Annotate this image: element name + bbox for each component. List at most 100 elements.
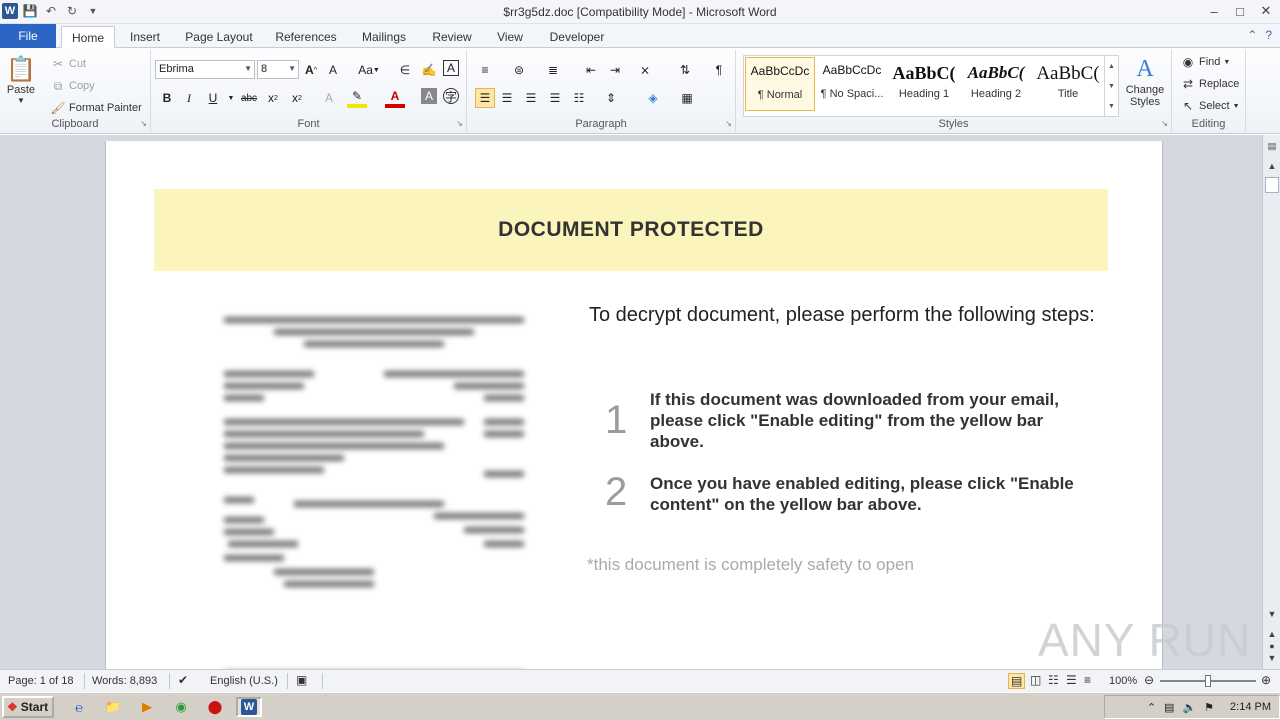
macro-record-icon[interactable]: ▣ [296, 673, 307, 687]
grow-font-icon[interactable]: A ^ [301, 60, 321, 80]
align-right-icon[interactable]: ☰ [521, 88, 541, 108]
tab-home[interactable]: Home [61, 26, 115, 48]
print-layout-icon[interactable]: ▤ [1008, 673, 1026, 689]
character-shading-icon[interactable]: A [421, 88, 437, 104]
scroll-thumb[interactable] [1265, 177, 1279, 193]
tab-mailings[interactable]: Mailings [354, 26, 414, 48]
align-left-icon[interactable]: ☰ [475, 88, 495, 108]
multilevel-list-icon[interactable]: ≣ [543, 60, 563, 80]
proofing-icon[interactable]: ✔ [178, 673, 188, 687]
increase-indent-icon[interactable]: ⇥ [605, 60, 625, 80]
vertical-scrollbar[interactable]: ▤ ▲ ▼ ▲ ● ▼ [1262, 135, 1280, 669]
minimize-icon[interactable]: – [1204, 2, 1224, 20]
word-count[interactable]: Words: 8,893 [92, 675, 157, 687]
subscript-icon[interactable]: x2 [263, 88, 283, 108]
tab-review[interactable]: Review [424, 26, 480, 48]
outline-icon[interactable]: ☰ [1066, 673, 1077, 687]
italic-icon[interactable]: I [179, 88, 199, 108]
zoom-in-icon[interactable]: ⊕ [1261, 673, 1271, 687]
align-center-icon[interactable]: ☰ [497, 88, 517, 108]
decrease-indent-icon[interactable]: ⇤ [581, 60, 601, 80]
paste-button[interactable]: 📋 Paste ▼ [6, 54, 36, 106]
next-page-icon[interactable]: ▼ [1265, 651, 1279, 665]
superscript-icon[interactable]: x2 [287, 88, 307, 108]
bold-icon[interactable]: B [157, 88, 177, 108]
zoom-out-icon[interactable]: ⊖ [1144, 673, 1154, 687]
tab-view[interactable]: View [490, 26, 530, 48]
scroll-down-icon[interactable]: ▼ [1265, 607, 1279, 621]
zoom-slider-thumb[interactable] [1205, 675, 1211, 687]
bullets-icon[interactable]: ≡ [475, 60, 495, 80]
tab-insert[interactable]: Insert [120, 26, 170, 48]
clear-formatting-icon[interactable]: ∈ [395, 60, 415, 80]
minimize-ribbon-icon[interactable]: ⌃ [1247, 28, 1257, 42]
font-color-icon[interactable]: A [385, 88, 405, 108]
language[interactable]: English (U.S.) [210, 675, 278, 687]
opera-icon[interactable]: ⬤ [204, 697, 226, 717]
clipboard-launcher-icon[interactable]: ↘ [140, 119, 147, 128]
network-icon[interactable]: ▤ [1164, 701, 1174, 714]
web-layout-icon[interactable]: ☷ [1048, 673, 1059, 687]
select-button[interactable]: ↖ Select ▼ [1180, 98, 1240, 114]
distributed-icon[interactable]: ☷ [569, 88, 589, 108]
page-count[interactable]: Page: 1 of 18 [8, 675, 73, 687]
action-center-icon[interactable]: ⚑ [1204, 701, 1214, 714]
styles-scroll[interactable]: ▲ ▼ ▼ [1104, 56, 1118, 116]
style-heading-1[interactable]: AaBbC( Heading 1 [889, 57, 959, 111]
tab-developer[interactable]: Developer [542, 26, 612, 48]
justify-icon[interactable]: ☰ [545, 88, 565, 108]
line-spacing-icon[interactable]: ⇕ [601, 88, 621, 108]
text-effects-icon[interactable]: A [319, 88, 339, 108]
phonetic-guide-icon[interactable]: ✍ [419, 60, 439, 80]
font-size-box[interactable]: 8 ▼ [257, 60, 299, 79]
word-taskbar-icon[interactable]: W [236, 697, 262, 717]
asian-layout-icon[interactable]: ⨯ [635, 60, 655, 80]
format-painter-button[interactable]: 🖌 Format Painter [50, 100, 141, 116]
change-case-icon[interactable]: Aa ▼ [355, 60, 383, 80]
style-no-spacing[interactable]: AaBbCcDc ¶ No Spaci... [817, 57, 887, 111]
font-launcher-icon[interactable]: ↘ [456, 119, 463, 128]
scroll-up-icon[interactable]: ▲ [1265, 159, 1279, 173]
shading-icon[interactable]: ◈ [643, 88, 663, 108]
borders-icon[interactable]: ▦ [677, 88, 697, 108]
chrome-icon[interactable]: ◉ [170, 697, 192, 717]
highlight-icon[interactable]: ✎ [347, 88, 367, 108]
full-screen-reading-icon[interactable]: ◫ [1030, 673, 1041, 687]
start-button[interactable]: ❖ Start [2, 696, 54, 718]
font-name-box[interactable]: Ebrima ▼ [155, 60, 255, 79]
internet-explorer-icon[interactable]: ℮ [68, 697, 90, 717]
media-player-icon[interactable]: ▶ [136, 697, 158, 717]
style-heading-2[interactable]: AaBbC( Heading 2 [961, 57, 1031, 111]
style-title[interactable]: AaBbC( Title [1033, 57, 1103, 111]
document-page[interactable]: DOCUMENT PROTECTED To decrypt document, … [105, 141, 1163, 669]
numbering-icon[interactable]: ⊜ [509, 60, 529, 80]
character-border-icon[interactable]: A [443, 60, 459, 76]
more-styles-icon[interactable]: ▼ [1108, 103, 1115, 110]
enclose-characters-icon[interactable]: 字 [443, 88, 459, 104]
close-icon[interactable]: ✕ [1256, 2, 1276, 20]
sort-icon[interactable]: ⇅ [675, 60, 695, 80]
zoom-level[interactable]: 100% [1109, 675, 1137, 687]
chevron-up-icon[interactable]: ▲ [1108, 63, 1115, 70]
strikethrough-icon[interactable]: abc [239, 88, 259, 108]
shrink-font-icon[interactable]: A [323, 60, 343, 80]
style-normal[interactable]: AaBbCcDc ¶ Normal [745, 57, 815, 111]
show-formatting-icon[interactable]: ¶ [709, 60, 729, 80]
find-button[interactable]: ◉ Find ▼ [1180, 54, 1231, 70]
underline-dropdown-icon[interactable]: ▼ [221, 88, 241, 108]
tab-references[interactable]: References [268, 26, 344, 48]
paragraph-launcher-icon[interactable]: ↘ [725, 119, 732, 128]
help-icon[interactable]: ? [1265, 28, 1272, 42]
maximize-icon[interactable]: □ [1230, 2, 1250, 20]
tray-expand-icon[interactable]: ⌃ [1147, 701, 1156, 714]
chevron-down-icon[interactable]: ▼ [1108, 83, 1115, 90]
styles-launcher-icon[interactable]: ↘ [1161, 119, 1168, 128]
clock[interactable]: 2:14 PM [1230, 701, 1271, 713]
tab-page-layout[interactable]: Page Layout [180, 26, 258, 48]
tab-file[interactable]: File [0, 24, 56, 48]
ruler-toggle-icon[interactable]: ▤ [1265, 139, 1279, 153]
zoom-slider[interactable] [1160, 675, 1256, 687]
cut-button[interactable]: ✂ Cut [50, 56, 86, 72]
copy-button[interactable]: ⧉ Copy [50, 78, 95, 94]
volume-icon[interactable]: 🔈 [1182, 701, 1196, 714]
